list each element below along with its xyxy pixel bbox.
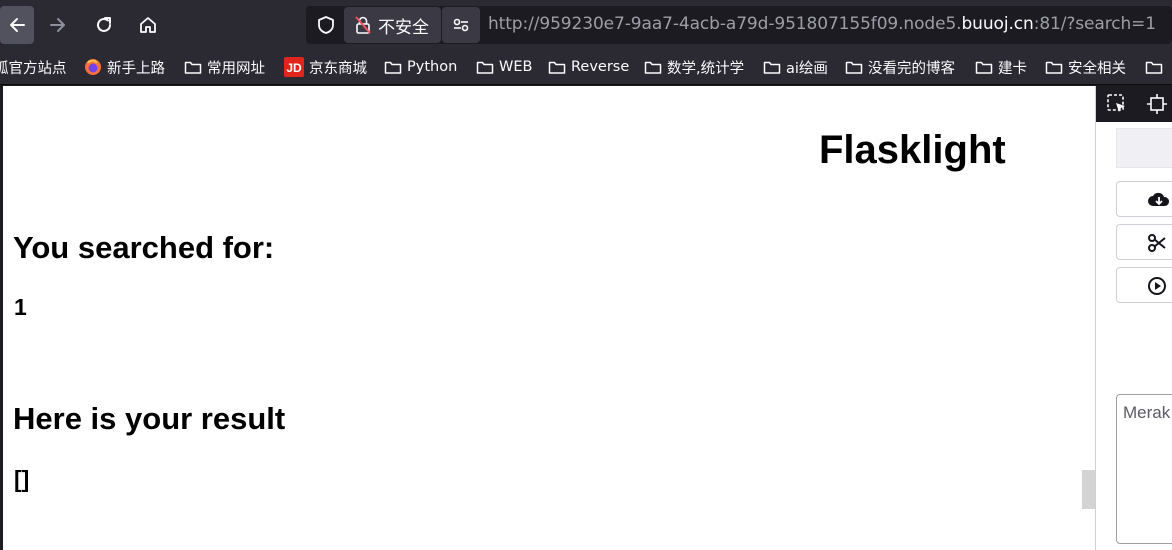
reload-icon: [97, 17, 111, 32]
jd-icon: JD: [284, 57, 304, 77]
url-bar[interactable]: 不安全 http://959230e7-9aa7-4acb-a79d-95180…: [306, 6, 1172, 44]
scrollbar-thumb[interactable]: [1082, 470, 1095, 509]
bookmark-label: Python: [407, 59, 458, 75]
url-text[interactable]: http://959230e7-9aa7-4acb-a79d-951807155…: [488, 14, 1156, 34]
url-host: buuoj.cn: [961, 14, 1034, 34]
url-suffix: :81/?search=1: [1033, 14, 1157, 34]
download-button[interactable]: [1116, 181, 1172, 217]
reload-button[interactable]: [90, 6, 118, 44]
bookmark-label: ai绘画: [786, 60, 828, 77]
bookmark-label: 常用网址: [207, 60, 265, 77]
folder-icon: [644, 61, 662, 74]
bookmark-item[interactable]: JD 京东商城: [284, 50, 367, 84]
bookmark-item[interactable]: 常用网址: [184, 50, 265, 84]
svg-text:JD: JD: [286, 61, 302, 75]
bookmark-item[interactable]: 建卡: [975, 50, 1027, 84]
site-security-button[interactable]: 不安全: [344, 7, 441, 43]
security-label: 不安全: [378, 17, 429, 38]
bookmark-label: 狐官方站点: [0, 60, 67, 77]
bookmark-item[interactable]: 新手上路: [84, 50, 165, 84]
result-heading: Here is your result: [13, 401, 286, 436]
bookmark-item[interactable]: ai绘画: [763, 50, 828, 84]
arrow-left-icon: [10, 18, 25, 32]
folder-icon: [476, 61, 494, 74]
folder-icon: [763, 61, 781, 74]
folder-icon: [975, 61, 993, 74]
shield-icon[interactable]: [316, 15, 336, 35]
responsive-icon[interactable]: [1146, 93, 1168, 115]
folder-icon: [548, 61, 566, 74]
page-title: Flasklight: [819, 128, 1006, 172]
bookmark-item[interactable]: 没看完的博客: [845, 50, 955, 84]
play-icon: [1148, 277, 1166, 295]
home-button[interactable]: [134, 6, 162, 44]
bookmark-overflow[interactable]: [1145, 50, 1163, 84]
cloud-download-icon: [1148, 192, 1170, 206]
bookmark-label: 安全相关: [1068, 60, 1126, 77]
play-button[interactable]: [1116, 267, 1172, 303]
bookmark-label: 京东商城: [309, 60, 367, 77]
search-value: 1: [14, 294, 27, 320]
firefox-icon: [85, 59, 101, 75]
bookmark-label: 建卡: [998, 60, 1027, 77]
page-content: Flasklight You searched for: 1 Here is y…: [3, 86, 1095, 550]
permissions-icon: [453, 18, 469, 32]
arrow-right-icon: [50, 18, 65, 32]
cut-button[interactable]: [1116, 224, 1172, 260]
bookmark-item[interactable]: Python: [384, 50, 457, 84]
url-prefix: http://959230e7-9aa7-4acb-a79d-951807155…: [488, 14, 962, 34]
bookmark-item[interactable]: Reverse: [548, 50, 629, 84]
bookmark-label: 数学,统计学: [667, 60, 745, 77]
folder-icon: [1145, 61, 1163, 74]
bookmark-label: WEB: [499, 59, 533, 75]
result-value: []: [14, 466, 30, 492]
bookmark-label: 没看完的博客: [868, 60, 955, 77]
bookmark-item[interactable]: 狐官方站点: [0, 50, 67, 84]
side-textarea[interactable]: Merak: [1116, 394, 1172, 544]
bookmark-item[interactable]: 安全相关: [1045, 50, 1126, 84]
side-input[interactable]: [1116, 128, 1172, 168]
side-panel: Merak: [1095, 86, 1172, 550]
side-panel-toolbar: [1096, 86, 1172, 122]
home-icon: [140, 17, 156, 33]
folder-icon: [1045, 61, 1063, 74]
permissions-button[interactable]: [442, 7, 480, 43]
bookmark-label: Reverse: [571, 59, 630, 75]
bookmark-label: 新手上路: [107, 60, 165, 77]
scissors-icon: [1148, 234, 1166, 252]
searched-heading: You searched for:: [13, 230, 275, 265]
browser-toolbar: 不安全 http://959230e7-9aa7-4acb-a79d-95180…: [0, 0, 1172, 50]
folder-icon: [845, 61, 863, 74]
back-button[interactable]: [0, 6, 34, 44]
forward-button[interactable]: [44, 6, 72, 44]
bookmark-item[interactable]: 数学,统计学: [644, 50, 744, 84]
bookmark-item[interactable]: WEB: [476, 50, 532, 84]
bookmarks-bar: 狐官方站点 新手上路 常用网址 JD 京东商城 Python WEB Rever…: [0, 50, 1172, 85]
folder-icon: [184, 61, 202, 74]
insecure-lock-icon: [355, 16, 371, 34]
element-picker-icon[interactable]: [1106, 93, 1128, 115]
folder-icon: [384, 61, 402, 74]
